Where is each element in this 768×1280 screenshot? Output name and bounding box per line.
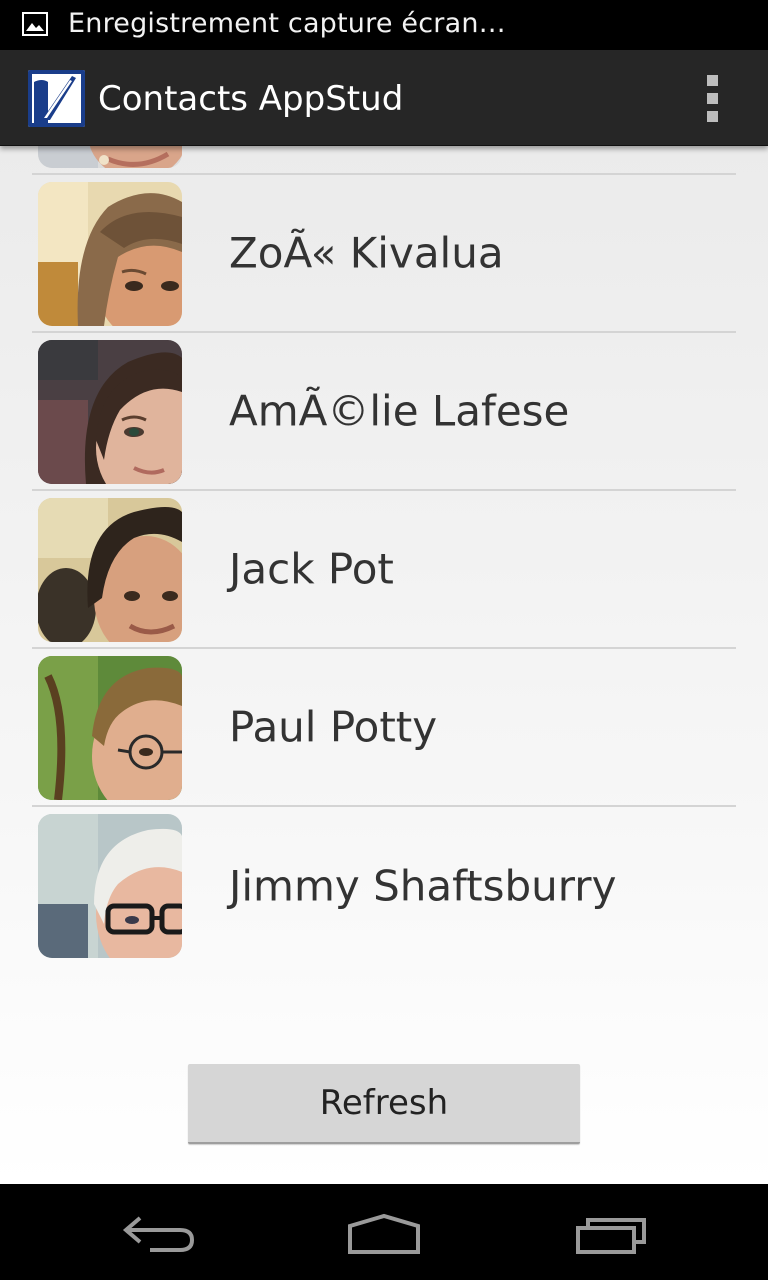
contact-name: AmÃ©lie Lafese [229,386,570,436]
contact-item[interactable]: ZoÃ« Kivalua [32,175,736,333]
woman-bangs-avatar [38,182,182,326]
man-glasses-avatar [38,656,182,800]
woman-dark-hair-avatar [38,340,182,484]
home-icon[interactable] [344,1208,424,1256]
recent-apps-icon[interactable] [570,1208,650,1256]
contact-list[interactable]: ZoÃ« Kivalua AmÃ©lie Lafese Jack Pot Pau… [32,146,736,965]
image-notification-icon [22,12,48,36]
man-white-hair-glasses-avatar [38,814,182,958]
notification-text: Enregistrement capture écran… [68,8,506,39]
contact-item[interactable]: Jack Pot [32,491,736,649]
contact-item[interactable] [32,146,736,175]
man-dark-hair-avatar [38,498,182,642]
app-logo-icon [28,70,85,127]
refresh-button[interactable]: Refresh [188,1064,580,1144]
contact-name: Jimmy Shaftsburry [229,861,617,911]
back-icon[interactable] [120,1208,200,1256]
navigation-bar [0,1184,768,1280]
content-area: ZoÃ« Kivalua AmÃ©lie Lafese Jack Pot Pau… [0,146,768,1184]
contact-item[interactable]: Paul Potty [32,649,736,807]
action-bar: Contacts AppStud [0,50,768,146]
contact-name: Jack Pot [229,544,394,594]
overflow-menu-icon[interactable] [694,74,730,122]
contact-item[interactable]: Jimmy Shaftsburry [32,807,736,965]
contact-name: Paul Potty [229,702,438,752]
contact-item[interactable]: AmÃ©lie Lafese [32,333,736,491]
status-bar: Enregistrement capture écran… [0,0,768,50]
app-title: Contacts AppStud [98,79,404,119]
contact-name: ZoÃ« Kivalua [229,228,504,278]
partial-portrait-avatar [38,146,182,168]
